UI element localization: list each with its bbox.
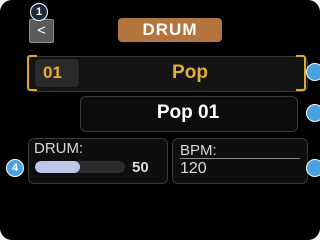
- callout-right-1-icon: [306, 63, 320, 81]
- device-screen: < DRUM 01 Pop Pop 01 DRUM: 50 BPM: 120 1…: [0, 0, 320, 240]
- drum-level-fill: [35, 161, 80, 173]
- callout-1-icon: 1: [30, 3, 48, 21]
- drum-level-label: DRUM:: [34, 140, 84, 157]
- callout-4-icon: 4: [6, 159, 24, 177]
- kit-number[interactable]: 01: [35, 59, 79, 87]
- drum-level-value: 50: [132, 159, 149, 176]
- bpm-label: BPM:: [180, 142, 217, 159]
- bpm-divider: [180, 158, 300, 159]
- pattern-name[interactable]: Pop 01: [80, 96, 296, 130]
- page-title: DRUM: [118, 18, 222, 42]
- kit-name[interactable]: Pop: [140, 58, 240, 88]
- callout-right-3-icon: [306, 159, 320, 177]
- drum-level-slider[interactable]: [35, 161, 125, 173]
- callout-right-2-icon: [306, 104, 320, 122]
- right-bracket-icon: [296, 55, 306, 91]
- bpm-value[interactable]: 120: [180, 160, 207, 178]
- back-button[interactable]: <: [29, 19, 54, 43]
